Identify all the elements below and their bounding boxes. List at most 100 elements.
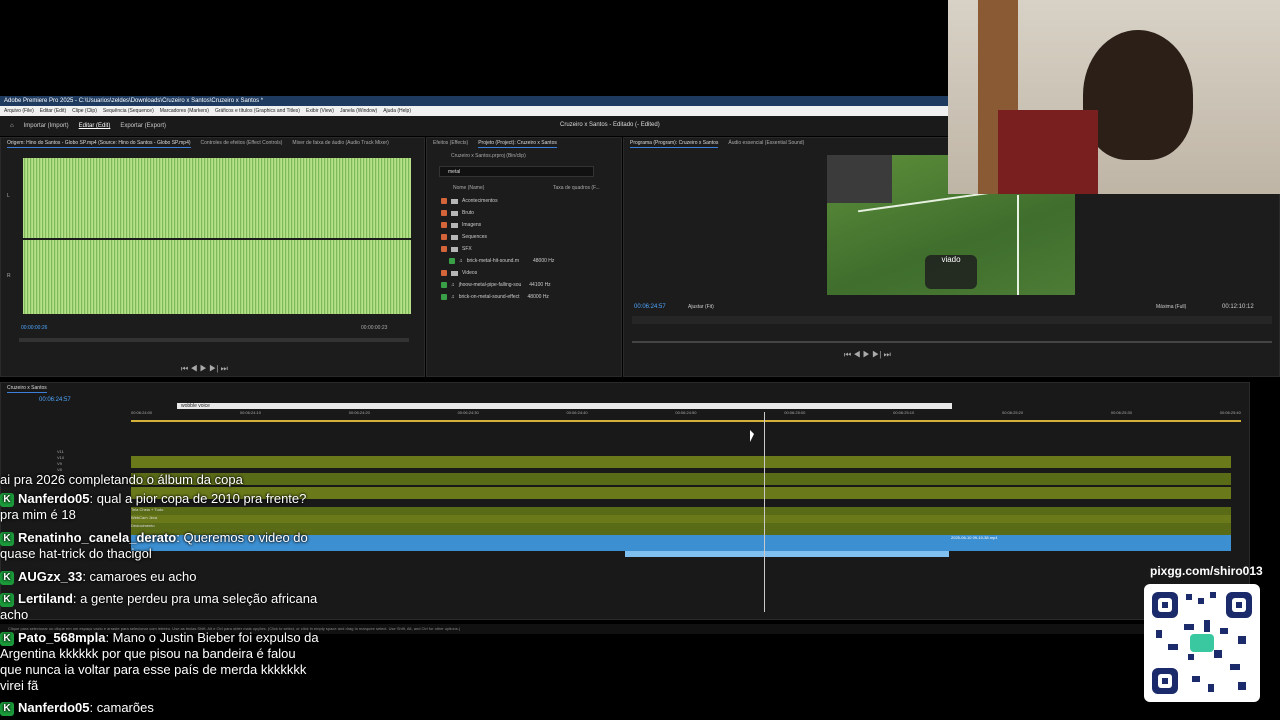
folder-icon: [451, 246, 458, 252]
home-icon[interactable]: ⌂: [10, 123, 14, 129]
mouse-cursor: [750, 430, 754, 442]
channel-label-right: R: [7, 273, 11, 279]
timeline-timecode[interactable]: 00:06:24:57: [39, 397, 71, 403]
video-clip[interactable]: [131, 456, 1231, 468]
chat-message: K Renatinho_canela_derato: Queremos o vid…: [0, 530, 308, 561]
source-timecode[interactable]: 00:00:00:26: [21, 325, 47, 331]
window-title-bar: Adobe Premiere Pro 2025 - C:\Usuarios\ze…: [0, 96, 948, 106]
color-swatch: [441, 246, 447, 252]
chat-message-partial: ai pra 2026 completando o álbum da copa: [0, 472, 243, 487]
menu-sequence[interactable]: Sequência (Sequence): [103, 106, 154, 116]
program-duration: 00:12:10:12: [1222, 304, 1254, 310]
tab-effects[interactable]: Efeitos (Effects): [433, 138, 468, 148]
column-frame-rate[interactable]: Taxa de quadros (F...: [553, 185, 600, 191]
donation-url: pixgg.com/shiro013: [1150, 564, 1263, 578]
pitch-line: [1017, 195, 1019, 295]
tab-audio-mixer[interactable]: Mixer de faixa de áudio (Audio Track Mix…: [292, 138, 388, 148]
folder-icon: [451, 198, 458, 204]
project-panel: Efeitos (Effects) Projeto (Project): Cru…: [426, 137, 622, 377]
program-marker-strip[interactable]: [632, 316, 1272, 324]
menu-edit[interactable]: Editar (Edit): [40, 106, 66, 116]
tab-program[interactable]: Programa (Program): Cruzeiro x Santos: [630, 138, 719, 148]
tab-export[interactable]: Exportar (Export): [120, 123, 166, 129]
list-item[interactable]: Imagens: [441, 222, 481, 228]
waveform-right[interactable]: [23, 240, 411, 314]
chat-badge-icon: K: [0, 701, 14, 716]
tab-essential-sound[interactable]: Áudio essencial (Essential Sound): [728, 138, 804, 148]
color-swatch: [441, 294, 447, 300]
tab-effect-controls[interactable]: Controles de efeitos (Effect Controls): [201, 138, 283, 148]
source-scrubber[interactable]: [19, 338, 409, 342]
list-item[interactable]: ♫ brick-on-metal-sound-effect 48000 Hz: [441, 294, 549, 300]
tab-source[interactable]: Origem: Hino do Santos - Globo SP.mp4 (S…: [7, 138, 191, 148]
list-item[interactable]: ♫ brick-metal-hit-sound.m 48000 Hz: [449, 258, 554, 264]
facecam-inset: [827, 155, 892, 203]
audio-file-icon: ♫: [451, 294, 455, 300]
chat-message: K AUGzx_33: camaroes eu acho: [0, 569, 320, 585]
quality-dropdown[interactable]: Máxima (Full): [1156, 304, 1186, 310]
chat-badge-icon: K: [0, 492, 14, 507]
menu-graphics[interactable]: Gráficos e títulos (Graphics and Titles): [215, 106, 300, 116]
source-monitor-panel: Origem: Hino do Santos - Globo SP.mp4 (S…: [0, 137, 425, 377]
program-scrubber[interactable]: [632, 341, 1272, 343]
column-name[interactable]: Nome (Name): [453, 185, 484, 191]
menu-file[interactable]: Arquivo (File): [4, 106, 34, 116]
audio-file-icon: ♫: [451, 282, 455, 288]
folder-icon: [451, 210, 458, 216]
chat-badge-icon: K: [0, 570, 14, 585]
person-background: [998, 110, 1098, 194]
work-area-bar[interactable]: [131, 420, 1241, 422]
chat-message: K Lertiland: a gente perdeu pra uma seleç…: [0, 591, 318, 622]
project-title: Cruzeiro x Santos - Editado (- Edited): [560, 122, 660, 128]
tab-sequence[interactable]: Cruzeiro x Santos: [7, 383, 47, 393]
audio-file-icon: ♫: [459, 258, 463, 264]
project-path: Cruzeiro x Santos.prproj (Bin/clip): [451, 153, 526, 159]
tab-import[interactable]: Importar (Import): [24, 123, 69, 129]
project-search-input[interactable]: [439, 166, 594, 177]
chat-message: K Nanferdo05: camarões: [0, 700, 320, 716]
audio-clip-selected[interactable]: [625, 551, 949, 557]
folder-icon: [451, 222, 458, 228]
menu-markers[interactable]: Marcadores (Markers): [160, 106, 209, 116]
time-ruler[interactable]: 00:06:24:00 00:06:24:10 00:06:24:20 00:06:2…: [131, 410, 1241, 420]
list-item[interactable]: Sequences: [441, 234, 487, 240]
list-item[interactable]: SFX: [441, 246, 472, 252]
track-headers: V11 V10 V9 V8: [57, 449, 65, 472]
chat-message: K Pato_568mpla: Mano o Justin Bieber foi …: [0, 630, 319, 693]
chat-badge-icon: K: [0, 531, 14, 546]
folder-icon: [451, 234, 458, 240]
webcam-feed: [948, 0, 1280, 194]
list-item[interactable]: Videos: [441, 270, 477, 276]
channel-label-left: L: [7, 193, 10, 199]
workspace-bar: ⌂ Importar (Import) Editar (Edit) Export…: [0, 116, 948, 136]
source-duration: 00:00:00:23: [361, 325, 388, 331]
program-transport-controls[interactable]: ⏮ ◀ ▶ ▶| ⏭: [844, 350, 891, 360]
menu-view[interactable]: Exibir (View): [306, 106, 334, 116]
sticker-caption: viado: [925, 255, 977, 289]
menu-window[interactable]: Janela (Window): [340, 106, 377, 116]
tab-project[interactable]: Projeto (Project): Cruzeiro x Santos: [478, 138, 557, 148]
chat-badge-icon: K: [0, 631, 14, 646]
chat-badge-icon: K: [0, 592, 14, 607]
waveform-left[interactable]: [23, 158, 411, 238]
menu-clip[interactable]: Clipe (Clip): [72, 106, 97, 116]
streamer-head: [1083, 30, 1193, 160]
color-swatch: [449, 258, 455, 264]
color-swatch: [441, 198, 447, 204]
color-swatch: [441, 222, 447, 228]
qr-code-icon: [1144, 584, 1260, 702]
source-transport-controls[interactable]: ⏮ ◀ ▶ ▶| ⏭: [181, 364, 228, 374]
color-swatch: [441, 282, 447, 288]
list-item[interactable]: ♫ jhoow-metal-pipe-falling-sou 44100 Hz: [441, 282, 551, 288]
menu-help[interactable]: Ajuda (Help): [383, 106, 411, 116]
program-timecode[interactable]: 00:06:24:57: [634, 304, 666, 310]
playhead[interactable]: [764, 412, 765, 612]
list-item[interactable]: Bruto: [441, 210, 474, 216]
fit-dropdown[interactable]: Ajustar (Fit): [688, 304, 714, 310]
menu-bar: Arquivo (File) Editar (Edit) Clipe (Clip…: [0, 106, 948, 116]
tab-edit[interactable]: Editar (Edit): [79, 123, 111, 129]
chat-message: K Nanferdo05: qual a pior copa de 2010 pr…: [0, 491, 307, 522]
tooltip: wobble voice: [177, 403, 952, 409]
list-item[interactable]: Acontecimentos: [441, 198, 498, 204]
color-swatch: [441, 210, 447, 216]
